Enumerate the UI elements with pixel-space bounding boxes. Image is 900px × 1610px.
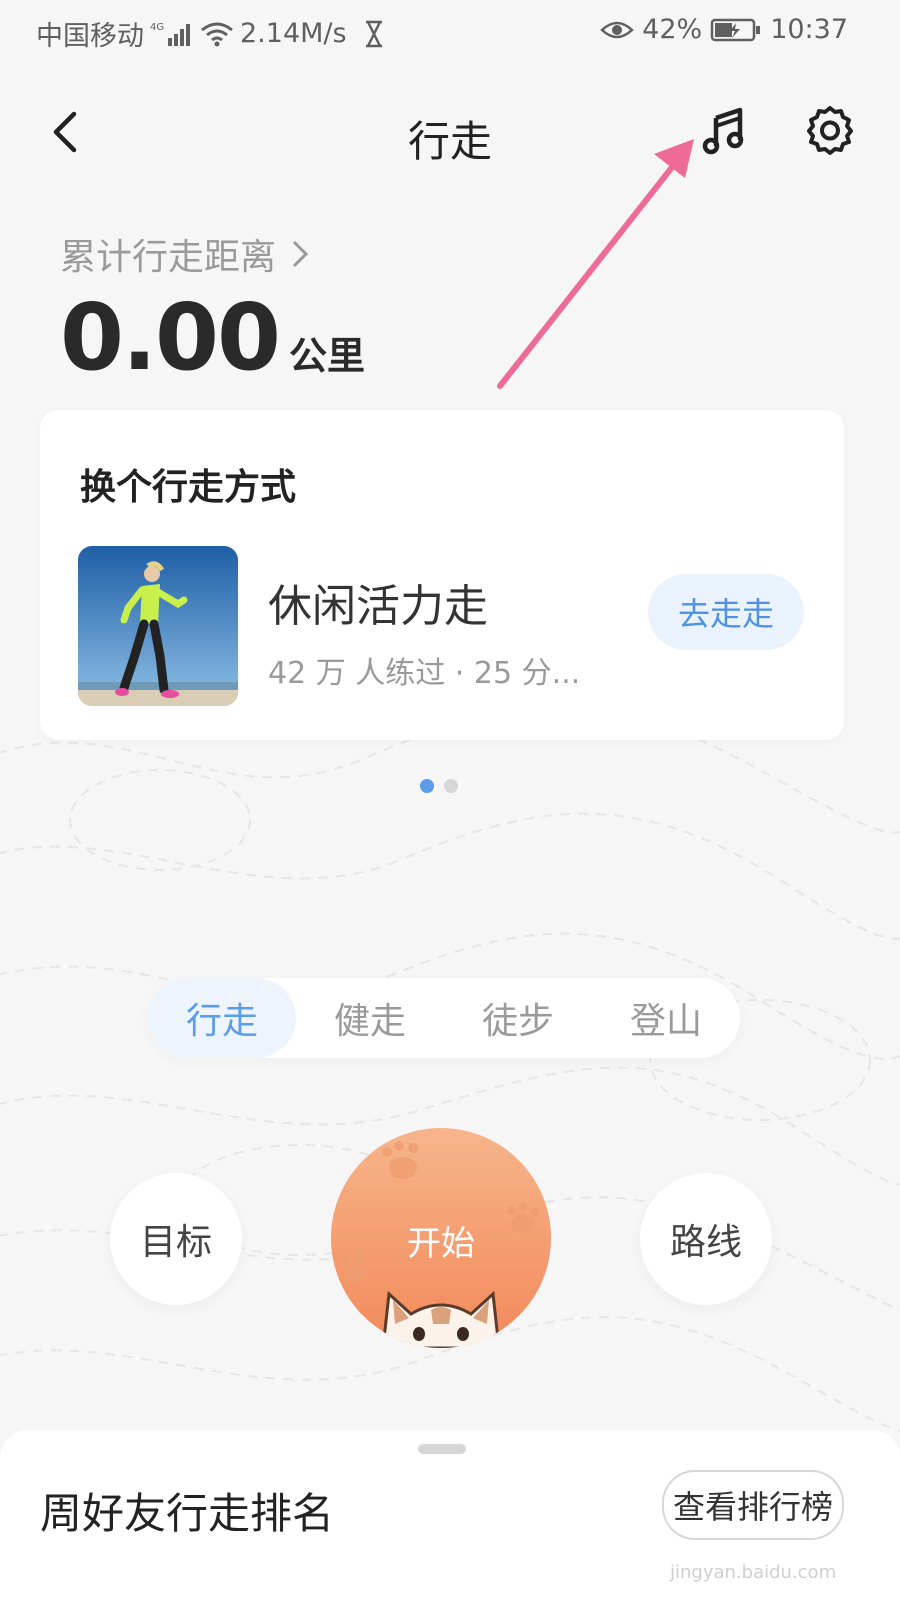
carrier-name: 中国移动 bbox=[36, 21, 144, 52]
gear-icon bbox=[807, 106, 853, 155]
music-note-icon bbox=[702, 107, 744, 155]
page-dot-2[interactable] bbox=[444, 779, 458, 793]
nav-bar: 行走 bbox=[0, 90, 900, 180]
status-bar: 中国移动 4G 2.14M/s 42% 10:37 bbox=[0, 0, 900, 62]
go-walk-button[interactable]: 去走走 bbox=[648, 574, 804, 650]
network-speed: 2.14M/s bbox=[240, 18, 347, 49]
distance-value: 0.00 bbox=[60, 284, 281, 391]
chevron-right-icon bbox=[292, 240, 309, 268]
course-thumbnail[interactable] bbox=[78, 546, 238, 706]
start-label: 开始 bbox=[407, 1224, 475, 1264]
tab-brisk-walk[interactable]: 健走 bbox=[296, 978, 444, 1058]
distance-label-text: 累计行走距离 bbox=[60, 237, 277, 278]
signal-icon: 4G bbox=[150, 20, 194, 48]
card-title: 换个行走方式 bbox=[80, 467, 297, 508]
tab-hiking[interactable]: 徒步 bbox=[444, 978, 592, 1058]
eye-icon bbox=[600, 18, 635, 42]
page-dot-1[interactable] bbox=[420, 779, 434, 793]
battery-icon bbox=[710, 17, 762, 43]
tab-climbing[interactable]: 登山 bbox=[592, 978, 740, 1058]
page-title: 行走 bbox=[407, 117, 492, 166]
friends-ranking-sheet: 周好友行走排名 查看排行榜 jingyan.baidu.com bbox=[0, 1430, 900, 1610]
distance-value-row: 0.00 公里 bbox=[60, 284, 365, 391]
svg-text:4G: 4G bbox=[150, 22, 164, 33]
watermark: jingyan.baidu.com bbox=[670, 1562, 837, 1583]
mode-tabs: 行走 健走 徒步 登山 bbox=[148, 978, 740, 1058]
view-leaderboard-button[interactable]: 查看排行榜 bbox=[662, 1470, 844, 1540]
battery-percent: 42% bbox=[642, 14, 703, 45]
ranking-title: 周好友行走排名 bbox=[40, 1489, 335, 1538]
distance-label[interactable]: 累计行走距离 bbox=[60, 228, 310, 280]
hourglass-icon bbox=[363, 20, 385, 48]
goal-button[interactable]: 目标 bbox=[110, 1173, 242, 1305]
course-name[interactable]: 休闲活力走 bbox=[268, 570, 488, 634]
course-meta: 42 万 人练过 · 25 分... bbox=[268, 656, 581, 691]
card-pagination bbox=[420, 779, 458, 793]
sheet-handle[interactable] bbox=[418, 1444, 466, 1454]
distance-unit: 公里 bbox=[289, 334, 366, 378]
walk-style-card: 换个行走方式 休闲活力走 42 万 人练过 · 25 分... 去走走 bbox=[40, 410, 844, 740]
route-button[interactable]: 路线 bbox=[640, 1173, 772, 1305]
music-button[interactable] bbox=[700, 100, 756, 160]
tab-walk[interactable]: 行走 bbox=[148, 978, 296, 1058]
wifi-icon bbox=[200, 20, 234, 48]
clock: 10:37 bbox=[770, 14, 848, 45]
settings-button[interactable] bbox=[800, 100, 860, 160]
